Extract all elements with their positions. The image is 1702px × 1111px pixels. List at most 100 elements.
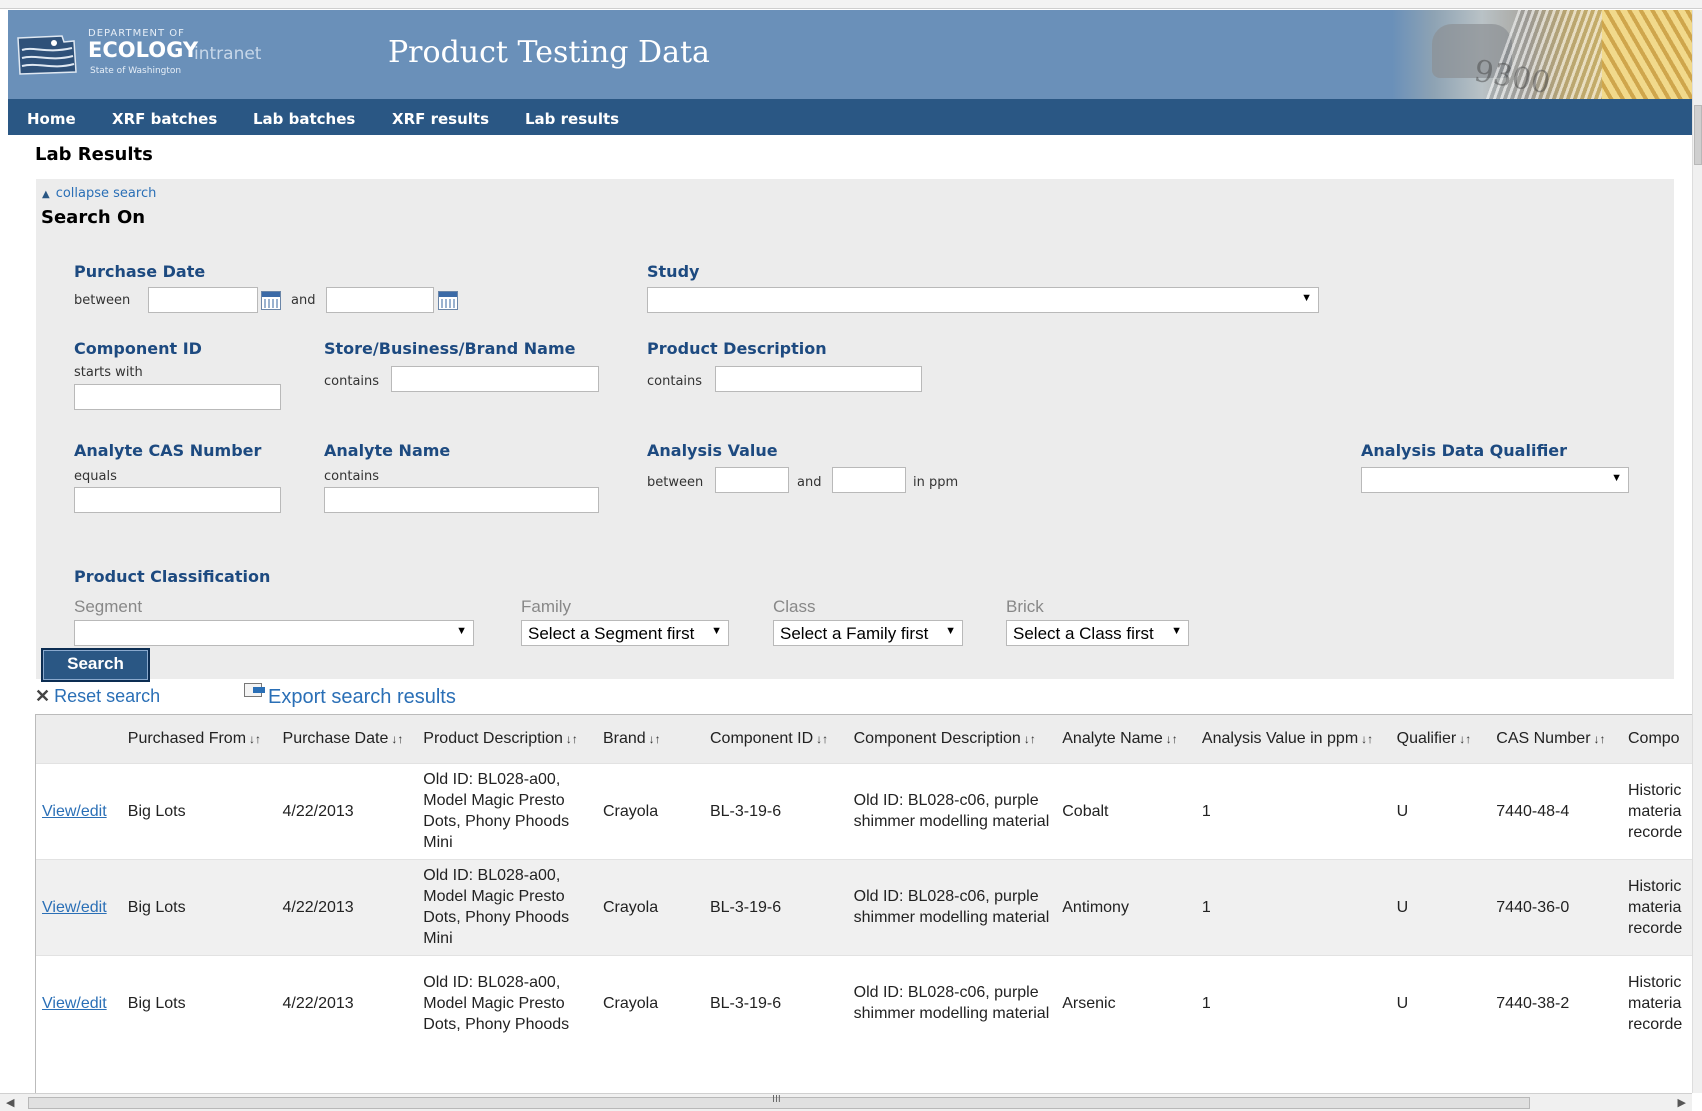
cell-purchase-date: 4/22/2013 bbox=[276, 858, 418, 955]
qualifier-select[interactable]: ▼ bbox=[1361, 467, 1629, 493]
column-header-label: Compo bbox=[1628, 729, 1680, 747]
study-select[interactable]: ▼ bbox=[647, 287, 1319, 313]
column-header-qualifier[interactable]: Qualifier ↓↑ bbox=[1390, 715, 1491, 763]
nav-lab-results[interactable]: Lab results bbox=[525, 110, 619, 128]
main-nav: Home XRF batches Lab batches XRF results… bbox=[8, 99, 1692, 135]
column-header-analysis-value[interactable]: Analysis Value in ppm ↓↑ bbox=[1195, 715, 1391, 763]
cell-cas-number: 7440-38-2 bbox=[1490, 954, 1622, 1051]
page-frame: DEPARTMENT OF ECOLOGY intranet State of … bbox=[8, 10, 1692, 1093]
product-description-input[interactable] bbox=[715, 366, 922, 392]
column-header-component[interactable]: Compo bbox=[1622, 715, 1692, 763]
cell-purchased-from: Big Lots bbox=[121, 954, 277, 1051]
nav-home[interactable]: Home bbox=[27, 110, 76, 128]
analyte-name-sub: contains bbox=[324, 469, 380, 484]
column-header-cas-number[interactable]: CAS Number ↓↑ bbox=[1490, 715, 1622, 763]
close-icon: ✕ bbox=[35, 686, 51, 706]
export-results-link[interactable]: Export search results bbox=[244, 683, 456, 709]
brick-select[interactable]: Select a Class first ▼ bbox=[1006, 620, 1189, 646]
product-description-label: Product Description bbox=[647, 339, 827, 358]
nav-xrf-results[interactable]: XRF results bbox=[392, 110, 489, 128]
ecology-logo[interactable]: DEPARTMENT OF ECOLOGY intranet State of … bbox=[16, 28, 266, 82]
column-header-actions bbox=[36, 715, 122, 763]
scroll-left-arrow-icon[interactable]: ◀ bbox=[6, 1096, 14, 1109]
column-header-label: Purchased From bbox=[127, 729, 247, 747]
chevron-down-icon: ▼ bbox=[1301, 292, 1312, 304]
analyte-name-label: Analyte Name bbox=[324, 441, 451, 460]
cell-cas-number: 7440-36-0 bbox=[1490, 858, 1622, 955]
analysis-value-from-input[interactable] bbox=[715, 467, 789, 493]
brick-value: Select a Class first bbox=[1013, 624, 1154, 643]
vertical-scroll-thumb[interactable] bbox=[1694, 105, 1702, 165]
family-select[interactable]: Select a Segment first ▼ bbox=[521, 620, 729, 646]
purchase-date-label: Purchase Date bbox=[74, 262, 206, 281]
vertical-scrollbar[interactable] bbox=[1692, 10, 1702, 1093]
column-header-label: CAS Number bbox=[1496, 729, 1591, 747]
purchase-date-to-input[interactable] bbox=[326, 287, 434, 313]
chevron-down-icon: ▼ bbox=[456, 625, 467, 637]
app-title: Product Testing Data bbox=[388, 35, 710, 70]
cell-product-description: Old ID: BL028-a00, Model Magic Presto Do… bbox=[417, 762, 597, 859]
sort-icon: ↓↑ bbox=[816, 731, 829, 746]
horizontal-scrollbar[interactable]: ◀ III ▶ bbox=[0, 1093, 1692, 1111]
family-label: Family bbox=[521, 597, 572, 616]
cell-component-id: BL-3-19-6 bbox=[703, 954, 848, 1051]
nav-lab-batches[interactable]: Lab batches bbox=[253, 110, 355, 128]
collapse-triangle-icon: ▲ bbox=[42, 189, 50, 200]
cell-qualifier: U bbox=[1390, 858, 1491, 955]
cell-product-description: Old ID: BL028-a00, Model Magic Presto Do… bbox=[417, 858, 597, 955]
purchase-date-from-input[interactable] bbox=[148, 287, 258, 313]
search-panel: ▲ collapse search Search On Purchase Date… bbox=[36, 179, 1674, 682]
table-row: View/edit Big Lots 4/22/2013 Old ID: BL0… bbox=[36, 858, 1692, 955]
view-edit-link[interactable]: View/edit bbox=[42, 899, 107, 916]
cell-component: Historic materia recorde bbox=[1622, 762, 1692, 859]
view-edit-link[interactable]: View/edit bbox=[42, 803, 107, 820]
sort-icon: ↓↑ bbox=[1023, 731, 1036, 746]
table-row: View/edit Big Lots 4/22/2013 Old ID: BL0… bbox=[36, 954, 1692, 1051]
segment-select[interactable]: ▼ bbox=[74, 620, 474, 646]
column-header-label: Component ID bbox=[709, 729, 814, 747]
cell-component-description: Old ID: BL028-c06, purple shimmer modell… bbox=[847, 858, 1057, 955]
logo-name: ECOLOGY bbox=[88, 38, 199, 62]
view-edit-link[interactable]: View/edit bbox=[42, 995, 107, 1012]
sort-icon: ↓↑ bbox=[565, 731, 578, 746]
cell-qualifier: U bbox=[1390, 954, 1491, 1051]
store-input[interactable] bbox=[391, 366, 599, 392]
column-header-label: Purchase Date bbox=[282, 729, 389, 747]
analysis-value-to-input[interactable] bbox=[832, 467, 906, 493]
study-label: Study bbox=[647, 262, 700, 281]
calendar-icon[interactable] bbox=[261, 291, 281, 310]
reset-search-link[interactable]: ✕ Reset search bbox=[35, 686, 160, 707]
column-header-analyte-name[interactable]: Analyte Name ↓↑ bbox=[1056, 715, 1196, 763]
analysis-value-between: between bbox=[647, 475, 704, 490]
column-header-component-id[interactable]: Component ID ↓↑ bbox=[703, 715, 848, 763]
analyte-cas-label: Analyte CAS Number bbox=[74, 441, 262, 460]
class-select[interactable]: Select a Family first ▼ bbox=[773, 620, 963, 646]
analyte-cas-sub: equals bbox=[74, 469, 117, 484]
column-header-label: Qualifier bbox=[1396, 729, 1457, 747]
nav-xrf-batches[interactable]: XRF batches bbox=[112, 110, 217, 128]
component-id-input[interactable] bbox=[74, 384, 281, 410]
sort-icon: ↓↑ bbox=[1459, 731, 1472, 746]
cell-component: Historic materia recorde bbox=[1622, 858, 1692, 955]
analyte-cas-input[interactable] bbox=[74, 487, 281, 513]
store-label: Store/Business/Brand Name bbox=[324, 339, 576, 358]
cell-purchase-date: 4/22/2013 bbox=[276, 954, 418, 1051]
column-header-label: Brand bbox=[602, 729, 646, 747]
column-header-label: Analysis Value in ppm bbox=[1201, 729, 1359, 747]
purchase-date-between: between bbox=[74, 293, 131, 308]
column-header-purchased-from[interactable]: Purchased From ↓↑ bbox=[121, 715, 277, 763]
results-table: Purchased From ↓↑ Purchase Date ↓↑ Product… bbox=[36, 715, 1692, 1051]
cell-analysis-value: 1 bbox=[1195, 762, 1391, 859]
scroll-right-arrow-icon[interactable]: ▶ bbox=[1678, 1096, 1686, 1109]
column-header-brand[interactable]: Brand ↓↑ bbox=[596, 715, 704, 763]
column-header-purchase-date[interactable]: Purchase Date ↓↑ bbox=[276, 715, 418, 763]
column-header-component-description[interactable]: Component Description ↓↑ bbox=[847, 715, 1057, 763]
search-button[interactable]: Search bbox=[41, 648, 150, 682]
column-header-product-description[interactable]: Product Description ↓↑ bbox=[417, 715, 597, 763]
analyte-name-input[interactable] bbox=[324, 487, 599, 513]
sort-icon: ↓↑ bbox=[249, 731, 262, 746]
sort-icon: ↓↑ bbox=[1361, 731, 1374, 746]
calendar-icon[interactable] bbox=[438, 291, 458, 310]
cell-product-description: Old ID: BL028-a00, Model Magic Presto Do… bbox=[417, 954, 597, 1051]
collapse-search-link[interactable]: ▲ collapse search bbox=[42, 186, 156, 201]
